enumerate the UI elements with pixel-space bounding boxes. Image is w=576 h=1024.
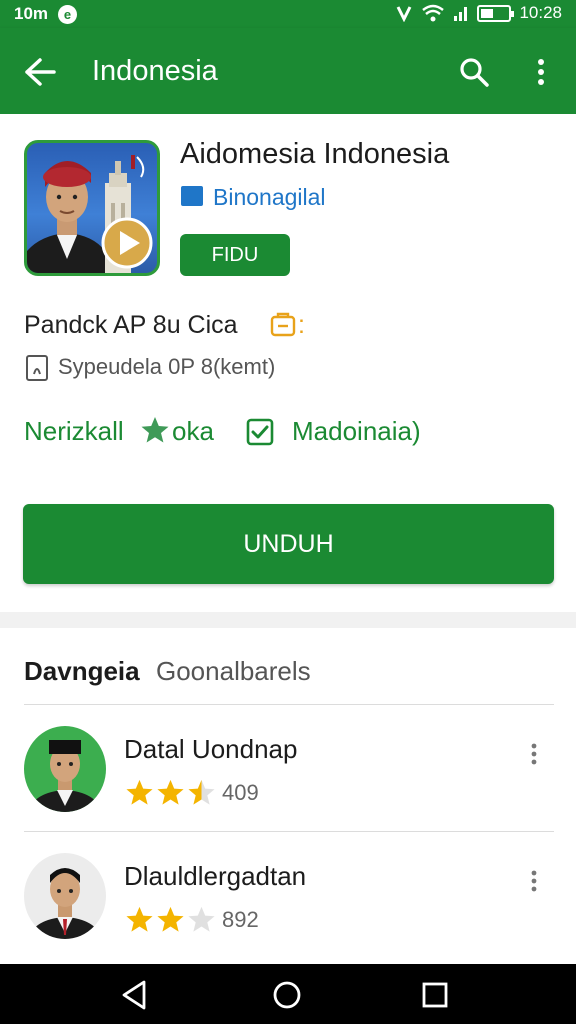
notification-icon: e bbox=[58, 4, 78, 24]
status-left: 10m e bbox=[14, 4, 78, 24]
avatar-image bbox=[24, 853, 106, 939]
reviews-subtitle: Goonalbarels bbox=[156, 656, 311, 686]
divider bbox=[24, 831, 554, 832]
signal-icon bbox=[454, 7, 468, 21]
overflow-menu-button[interactable] bbox=[522, 50, 560, 94]
review-count: 409 bbox=[222, 780, 259, 805]
star-filled-icon bbox=[157, 906, 184, 932]
install-button[interactable]: UNDUH bbox=[23, 504, 554, 584]
more-vert-icon bbox=[531, 870, 537, 892]
wifi-icon bbox=[422, 4, 445, 22]
search-button[interactable] bbox=[452, 50, 496, 94]
category-label: Madoinaia) bbox=[292, 416, 421, 446]
star-half-icon bbox=[188, 779, 215, 805]
app-name: Aidomesia Indonesia bbox=[180, 138, 450, 170]
page-title: Indonesia bbox=[92, 55, 218, 87]
review-item[interactable]: Datal Uondnap 409 bbox=[0, 706, 576, 832]
star-filled-icon bbox=[126, 906, 153, 932]
star-empty-icon bbox=[188, 906, 215, 932]
reviews-section: Davngeia Goonalbarels Datal Uondnap 409 bbox=[0, 628, 576, 964]
back-button[interactable] bbox=[18, 50, 62, 94]
review-stars bbox=[124, 905, 217, 934]
app-meta-line: Pandck AP 8u Cica bbox=[24, 311, 238, 339]
reviews-title: Davngeia bbox=[24, 656, 140, 686]
reviewer-name: Dlauldlergadtan bbox=[124, 861, 307, 891]
app-size-line: Sypeudela 0P 8(kemt) bbox=[58, 354, 276, 379]
rating-label: Nerizkall bbox=[24, 416, 124, 446]
reviewer-name: Datal Uondnap bbox=[124, 734, 298, 764]
status-time: 10:28 bbox=[519, 3, 562, 22]
developer-link[interactable]: Binonagilal bbox=[213, 184, 326, 211]
status-left-text: 10m bbox=[14, 4, 49, 23]
nav-home-icon[interactable] bbox=[270, 978, 304, 1012]
avatar bbox=[24, 726, 106, 812]
review-count: 892 bbox=[222, 907, 259, 932]
app-bar: Indonesia bbox=[0, 28, 576, 114]
review-stars bbox=[124, 778, 217, 807]
system-nav-bar bbox=[0, 964, 576, 1024]
arrow-left-icon bbox=[25, 58, 56, 86]
review-menu-button[interactable] bbox=[520, 736, 548, 772]
developer-icon bbox=[181, 186, 203, 206]
avatar bbox=[24, 853, 106, 939]
app-badge-button[interactable]: FIDU bbox=[180, 234, 290, 276]
more-vert-icon bbox=[531, 743, 537, 765]
vibrate-icon bbox=[397, 6, 412, 22]
battery-icon bbox=[477, 4, 515, 22]
divider bbox=[24, 704, 554, 705]
search-icon bbox=[460, 58, 489, 87]
app-detail-card: Aidomesia Indonesia Binonagilal FIDU Pan… bbox=[0, 114, 576, 612]
app-icon[interactable] bbox=[24, 140, 160, 276]
nav-recents-icon[interactable] bbox=[418, 978, 452, 1012]
app-icon-artwork bbox=[27, 155, 153, 273]
rating-suffix: oka bbox=[172, 416, 214, 446]
status-bar: 10m e 10:28 bbox=[0, 0, 576, 28]
review-menu-button[interactable] bbox=[520, 863, 548, 899]
nav-back-icon[interactable] bbox=[118, 978, 152, 1012]
more-vert-icon bbox=[538, 59, 544, 85]
review-item[interactable]: Dlauldlergadtan 892 bbox=[0, 833, 576, 959]
file-icon bbox=[26, 355, 48, 381]
star-filled-icon bbox=[157, 779, 184, 805]
status-right: 10:28 bbox=[395, 3, 562, 23]
folder-icon bbox=[270, 312, 296, 337]
star-filled-icon bbox=[126, 779, 153, 805]
star-icon bbox=[141, 417, 169, 443]
checkbox-icon bbox=[246, 418, 274, 446]
avatar-image bbox=[24, 726, 106, 812]
app-meta-colon: : bbox=[298, 311, 305, 339]
